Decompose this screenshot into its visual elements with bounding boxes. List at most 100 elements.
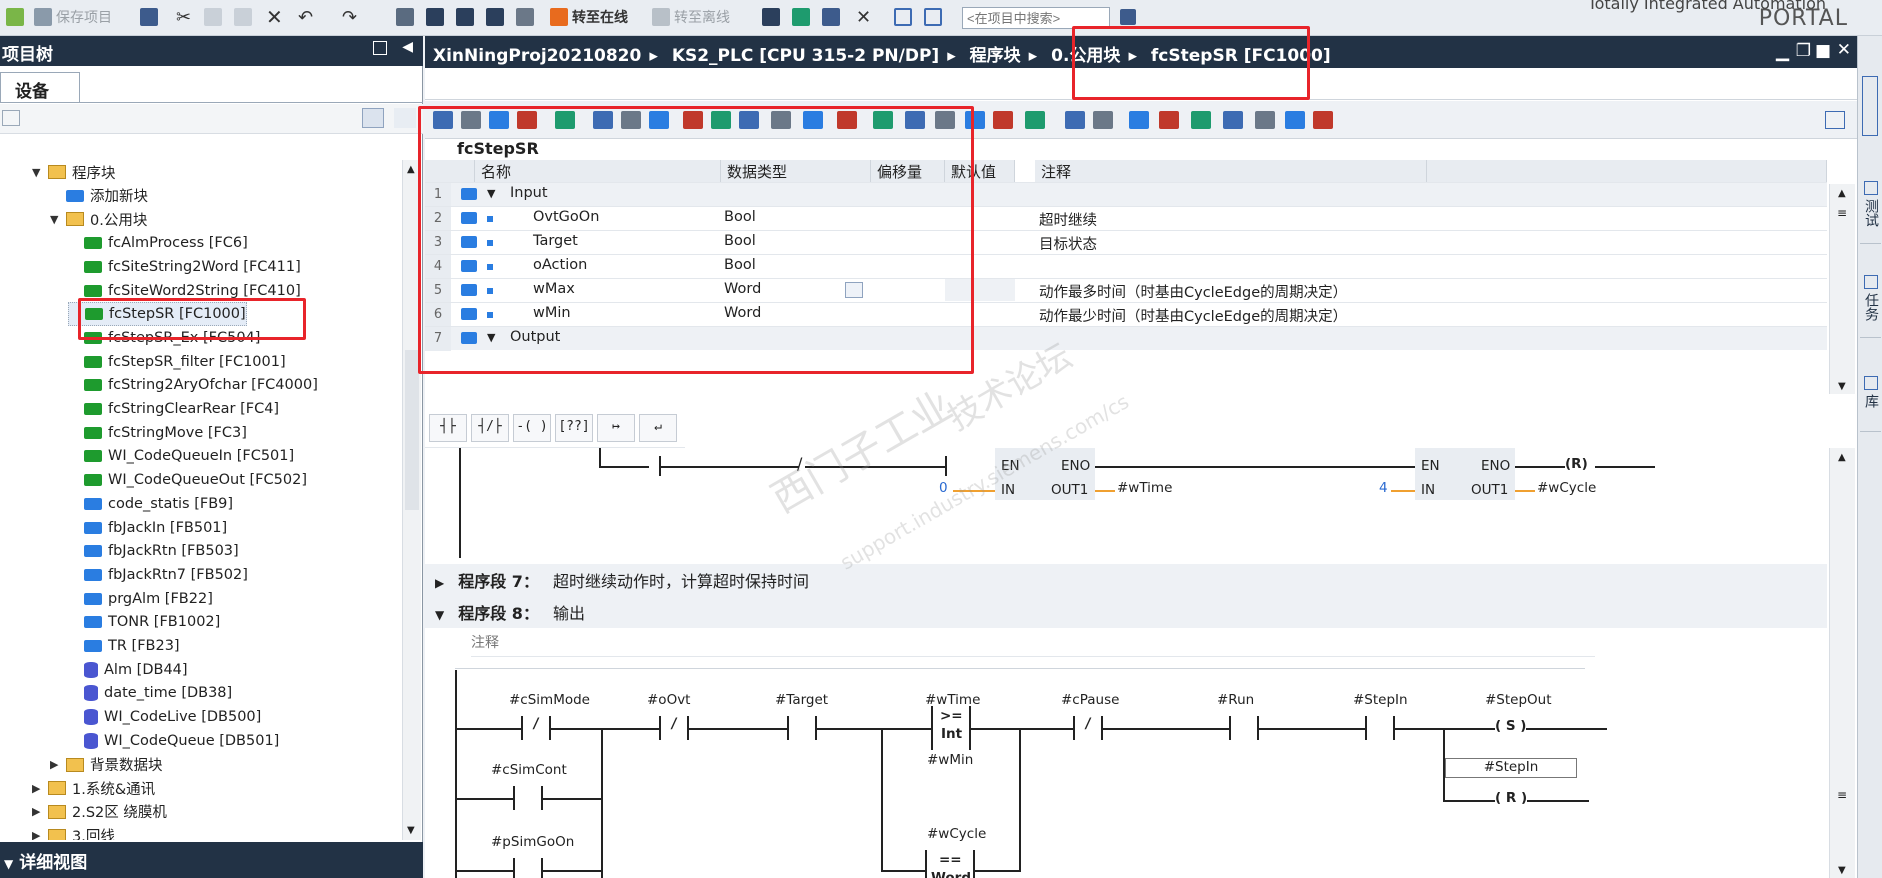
- interface-column-header[interactable]: 偏移量: [871, 160, 945, 182]
- editor-tool-icon[interactable]: [1093, 111, 1113, 129]
- split-horizontal-button[interactable]: [894, 5, 912, 29]
- copy-button[interactable]: [204, 5, 222, 29]
- compare-2-operand1[interactable]: #wCycle: [927, 826, 986, 842]
- empty-box-button[interactable]: [??]: [555, 414, 593, 442]
- start-cpu-button[interactable]: [792, 5, 810, 29]
- tree-item[interactable]: fcStringClearRear [FC4]: [68, 397, 279, 421]
- reset-coil-2[interactable]: ( R ): [1495, 790, 1528, 806]
- contact-operand[interactable]: #StepOut: [1485, 692, 1552, 708]
- tree-view-icon[interactable]: [362, 108, 384, 128]
- network-8-header[interactable]: ▼ 程序段 8： 输出: [425, 596, 1827, 628]
- upload-button[interactable]: [456, 5, 474, 29]
- close-online-button[interactable]: ✕: [856, 5, 871, 29]
- tab-devices[interactable]: 设备: [0, 72, 80, 102]
- expand-arrow-icon[interactable]: ▶: [32, 805, 42, 818]
- editor-tool-icon[interactable]: [683, 111, 703, 129]
- interface-scrollbar[interactable]: ▲ ≡ ▼: [1829, 184, 1855, 394]
- editor-tool-icon[interactable]: [711, 111, 731, 129]
- open-branch-button[interactable]: ↦: [597, 414, 635, 442]
- param-comment[interactable]: 动作最少时间（时基由CycleEdge的周期决定）: [1039, 305, 1347, 326]
- expand-arrow-icon[interactable]: ▶: [32, 782, 42, 795]
- move-box-2-in-value[interactable]: 4: [1379, 480, 1388, 496]
- tree-item[interactable]: ▼ 0.公用块: [50, 207, 147, 231]
- tree-item[interactable]: prgAlm [FB22]: [68, 587, 213, 611]
- branch-contact[interactable]: [513, 858, 543, 878]
- editor-tool-icon[interactable]: [555, 111, 575, 129]
- tree-item[interactable]: WI_CodeQueue [DB501]: [68, 729, 279, 753]
- minimize-panel-icon[interactable]: [373, 41, 387, 55]
- tree-item[interactable]: fcStepSR [FC1000]: [68, 302, 247, 327]
- interface-column-header[interactable]: 数据类型: [721, 160, 871, 182]
- tree-item[interactable]: WI_CodeQueueIn [FC501]: [68, 444, 294, 468]
- tree-scroll-thumb[interactable]: [405, 350, 419, 510]
- go-online-button[interactable]: 转至在线: [550, 5, 628, 29]
- contact-operand[interactable]: #cSimMode: [509, 692, 590, 708]
- no-contact-button[interactable]: ┤├: [429, 414, 467, 442]
- tree-scrollbar[interactable]: ▲ ▼: [402, 160, 421, 840]
- side-tab-0[interactable]: 测试: [1860, 164, 1881, 244]
- param-name[interactable]: wMax: [533, 281, 575, 297]
- stop-cpu-button[interactable]: [822, 5, 840, 29]
- branch-contact[interactable]: [513, 786, 543, 810]
- contact-operand[interactable]: #oOvt: [647, 692, 690, 708]
- editor-tool-icon[interactable]: [739, 111, 759, 129]
- expand-arrow-icon[interactable]: ▶: [50, 758, 60, 771]
- network-7-header[interactable]: ▶ 程序段 7： 超时继续动作时，计算超时保持时间: [425, 564, 1827, 596]
- contact[interactable]: [1365, 716, 1395, 740]
- contact-operand[interactable]: #StepIn: [1353, 692, 1408, 708]
- editor-tool-icon[interactable]: [873, 111, 893, 129]
- tree-item[interactable]: 添加新块: [50, 184, 148, 208]
- interface-row[interactable]: 3 Target Bool 目标状态: [425, 230, 1827, 255]
- param-name[interactable]: Input: [510, 185, 548, 201]
- simulation-button[interactable]: [486, 5, 504, 29]
- param-comment[interactable]: 动作最多时间（时基由CycleEdge的周期决定）: [1039, 281, 1347, 302]
- tree-item[interactable]: fcString2AryOfchar [FC4000]: [68, 373, 318, 397]
- compile-button[interactable]: [396, 5, 414, 29]
- detail-view-header[interactable]: ▼ 详细视图: [0, 842, 423, 878]
- tree-item[interactable]: fcStringMove [FC3]: [68, 421, 247, 445]
- tree-item[interactable]: ▶ 2.S2区 绕膜机: [32, 800, 167, 824]
- editor-tool-icon[interactable]: [517, 111, 537, 129]
- editor-tool-icon[interactable]: [771, 111, 791, 129]
- breadcrumb-plc[interactable]: KS2_PLC [CPU 315-2 PN/DP]: [672, 46, 939, 66]
- tree-item[interactable]: fcSiteString2Word [FC411]: [68, 255, 301, 279]
- side-instructions-icon[interactable]: [1862, 76, 1878, 136]
- contact-operand[interactable]: #cPause: [1061, 692, 1119, 708]
- redo-button[interactable]: ↷: [342, 5, 357, 29]
- default-value-cell[interactable]: [945, 279, 1015, 301]
- coil-button[interactable]: -( ): [513, 414, 551, 442]
- editor-tool-icon[interactable]: [1255, 111, 1275, 129]
- set-coil[interactable]: ( S ): [1495, 718, 1527, 734]
- expand-arrow-icon[interactable]: ▶: [32, 829, 42, 840]
- minimize-icon[interactable]: ▁: [1776, 42, 1789, 62]
- editor-tool-icon[interactable]: [433, 111, 453, 129]
- param-name[interactable]: oAction: [533, 257, 587, 273]
- param-name[interactable]: Target: [533, 233, 578, 249]
- editor-tool-icon[interactable]: [905, 111, 925, 129]
- tree-item[interactable]: fcAlmProcess [FC6]: [68, 231, 248, 255]
- editor-settings-icon[interactable]: [1825, 111, 1845, 129]
- maximize-icon[interactable]: ■: [1815, 41, 1831, 61]
- print-button[interactable]: [140, 5, 158, 29]
- interface-column-header[interactable]: 注释: [1035, 160, 1427, 182]
- interface-column-header[interactable]: 默认值: [945, 160, 1015, 182]
- interface-row[interactable]: 4 oAction Bool: [425, 254, 1827, 279]
- breadcrumb-project[interactable]: XinNingProj20210820: [433, 46, 641, 66]
- network-8-comment[interactable]: 注释: [471, 632, 1595, 657]
- param-type[interactable]: Word: [724, 305, 761, 321]
- param-name[interactable]: wMin: [533, 305, 571, 321]
- param-name[interactable]: OvtGoOn: [533, 209, 599, 225]
- param-type[interactable]: Word: [724, 281, 761, 297]
- expand-arrow-icon[interactable]: ▼: [32, 166, 42, 179]
- editor-tool-icon[interactable]: [489, 111, 509, 129]
- param-type[interactable]: Bool: [724, 233, 756, 249]
- editor-tool-icon[interactable]: [1025, 111, 1045, 129]
- tree-item[interactable]: TONR [FB1002]: [68, 610, 220, 634]
- stepin-operand-box[interactable]: #StepIn: [1445, 758, 1577, 778]
- param-comment[interactable]: 超时继续: [1039, 209, 1097, 230]
- tree-item[interactable]: fcStepSR_Ex [FC504]: [68, 326, 260, 350]
- editor-tool-icon[interactable]: [1159, 111, 1179, 129]
- tree-item[interactable]: Alm [DB44]: [68, 658, 188, 682]
- tree-item[interactable]: date_time [DB38]: [68, 681, 232, 705]
- param-type[interactable]: Bool: [724, 209, 756, 225]
